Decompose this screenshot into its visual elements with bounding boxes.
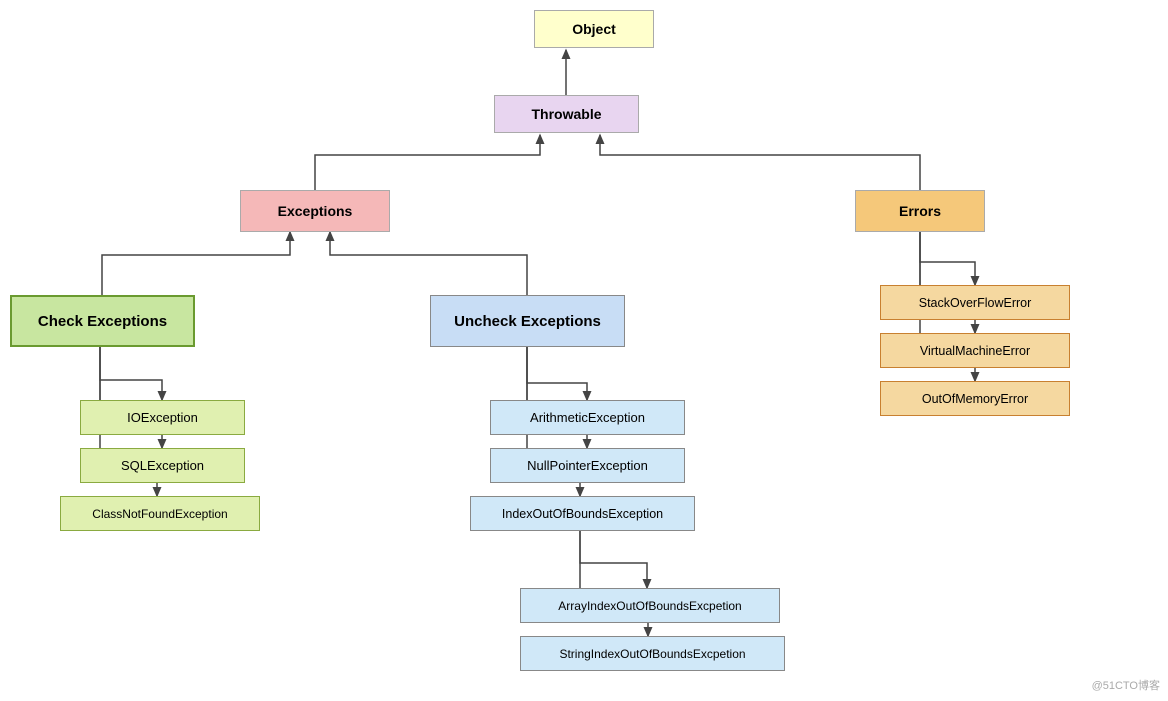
string-index-out-of-bounds-node: StringIndexOutOfBoundsExcpetion [520,636,785,671]
io-exception-node: IOException [80,400,245,435]
virtual-machine-node: VirtualMachineError [880,333,1070,368]
arithmetic-exception-node: ArithmeticException [490,400,685,435]
class-not-found-node: ClassNotFoundException [60,496,260,531]
errors-node: Errors [855,190,985,232]
array-index-out-of-bounds-node: ArrayIndexOutOfBoundsExcpetion [520,588,780,623]
object-node: Object [534,10,654,48]
index-out-of-bounds-node: IndexOutOfBoundsException [470,496,695,531]
out-of-memory-node: OutOfMemoryError [880,381,1070,416]
throwable-node: Throwable [494,95,639,133]
stack-overflow-node: StackOverFlowError [880,285,1070,320]
watermark: @51CTO博客 [1092,677,1160,693]
check-exceptions-node: Check Exceptions [10,295,195,347]
null-pointer-exception-node: NullPointerException [490,448,685,483]
sql-exception-node: SQLException [80,448,245,483]
exceptions-node: Exceptions [240,190,390,232]
uncheck-exceptions-node: Uncheck Exceptions [430,295,625,347]
diagram: Object Throwable Exceptions Errors Check… [0,0,1168,701]
